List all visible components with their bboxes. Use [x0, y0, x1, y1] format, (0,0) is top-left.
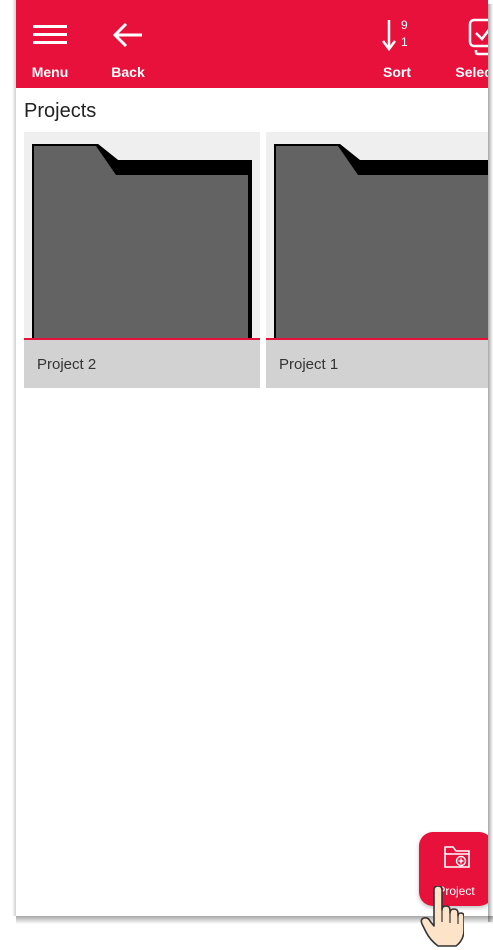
- project-name: Project 1: [279, 356, 339, 373]
- folder-plus-icon: [444, 846, 470, 868]
- sort-button[interactable]: 9 1 Sort: [372, 0, 422, 88]
- project-thumbnail: [266, 132, 488, 338]
- sort-label: Sort: [383, 64, 411, 80]
- device-frame: Menu Back 9 1 Sort Sele Projects Project…: [0, 0, 493, 950]
- top-toolbar: Menu Back 9 1 Sort Sele: [16, 0, 488, 88]
- select-button[interactable]: Select: [446, 0, 488, 88]
- sort-bottom-digit: 1: [401, 35, 408, 49]
- app-screen: Menu Back 9 1 Sort Sele Projects Project…: [16, 0, 488, 916]
- project-caption: Project 1: [266, 340, 488, 388]
- select-label: Select: [455, 64, 488, 80]
- menu-label: Menu: [31, 64, 69, 80]
- project-caption: Project 2: [24, 340, 260, 388]
- project-card[interactable]: Project 2: [24, 132, 260, 388]
- arrow-left-icon: [112, 22, 142, 48]
- project-thumbnail: [24, 132, 260, 338]
- folder-icon: [274, 144, 488, 338]
- menu-icon: [33, 25, 67, 44]
- folder-icon: [32, 144, 252, 338]
- sort-top-digit: 9: [401, 18, 408, 32]
- project-card[interactable]: Project 1: [266, 132, 488, 388]
- page-title: Projects: [24, 100, 97, 122]
- frame-shadow-right: [488, 4, 493, 922]
- checkbox-multiple-icon: [468, 18, 488, 56]
- sort-descending-icon: 9 1: [382, 18, 408, 52]
- back-button[interactable]: Back: [106, 0, 150, 88]
- project-name: Project 2: [37, 356, 97, 373]
- menu-button[interactable]: Menu: [28, 0, 72, 88]
- hand-pointer-icon: [420, 886, 464, 947]
- back-label: Back: [111, 64, 145, 80]
